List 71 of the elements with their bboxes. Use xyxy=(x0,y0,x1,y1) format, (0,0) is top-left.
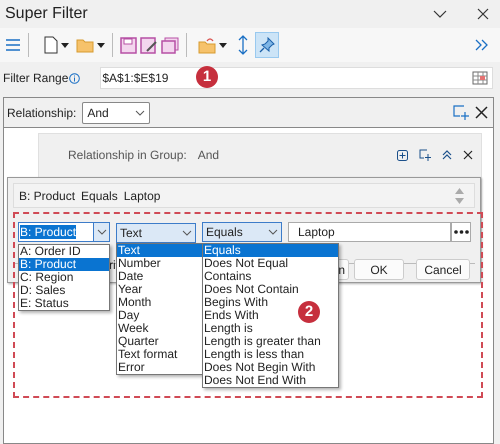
menu-icon[interactable] xyxy=(5,39,21,51)
window-title: Super Filter xyxy=(5,4,89,24)
dropdown-option[interactable]: A: Order ID xyxy=(19,245,82,258)
dropdown-option[interactable]: Begins With xyxy=(203,296,270,309)
save-edit-icon[interactable] xyxy=(140,36,158,54)
caret-icon xyxy=(61,42,69,48)
dropdown-option[interactable]: Number xyxy=(117,257,162,270)
document-icon[interactable] xyxy=(44,36,58,54)
group-relationship-label: Relationship in Group: xyxy=(68,147,187,164)
dropdown-option[interactable]: Day xyxy=(117,309,140,322)
dropdown-option[interactable]: Week xyxy=(117,322,150,335)
dropdown-option[interactable]: Equals xyxy=(203,244,338,257)
dropdown-option[interactable]: Quarter xyxy=(117,335,160,348)
summary-text: Laptop xyxy=(124,188,160,204)
ok-button[interactable]: OK xyxy=(354,259,404,280)
chevron-down-icon xyxy=(135,110,146,116)
pin-button[interactable] xyxy=(255,32,279,58)
more-button[interactable] xyxy=(451,222,471,242)
dropdown-option[interactable]: Does Not Begin With xyxy=(203,361,316,374)
operator-combo[interactable]: Equals xyxy=(202,222,282,242)
dropdown-option[interactable]: E: Status xyxy=(19,297,70,310)
up-down-arrow-icon[interactable] xyxy=(238,35,248,55)
type-combo[interactable]: Text xyxy=(116,223,196,243)
close-icon[interactable] xyxy=(463,150,473,160)
dropdown-option[interactable]: Contains xyxy=(203,270,252,283)
dropdown-button[interactable] xyxy=(93,223,109,241)
close-icon[interactable] xyxy=(477,8,489,20)
dropdown-option[interactable]: B: Product xyxy=(19,258,109,271)
relationship-label: Relationship: xyxy=(7,104,76,122)
add-condition-icon[interactable] xyxy=(419,149,431,161)
collapse-icon[interactable] xyxy=(442,150,452,160)
caret-icon xyxy=(219,42,227,48)
plus-square-icon[interactable] xyxy=(397,150,408,160)
save-icon[interactable] xyxy=(120,36,137,54)
chevron-down-icon xyxy=(268,229,278,235)
save-all-icon[interactable] xyxy=(161,36,179,54)
relationship-select[interactable]: And xyxy=(82,102,150,124)
dropdown-option[interactable]: Length is less than xyxy=(203,348,306,361)
dropdown-option[interactable]: Year xyxy=(117,283,144,296)
close-icon[interactable] xyxy=(475,106,488,119)
chevron-down-icon xyxy=(182,230,192,236)
dropdown-option[interactable]: Length is greater than xyxy=(203,335,322,348)
dropdown-option[interactable]: Does Not Contain xyxy=(203,283,300,296)
chevrons-right-icon[interactable] xyxy=(475,39,489,51)
dropdown-option[interactable]: Text xyxy=(117,244,203,257)
dropdown-option[interactable]: Does Not Equal xyxy=(203,257,290,270)
dropdown-option[interactable]: Date xyxy=(117,270,144,283)
covered-text: ri xyxy=(109,257,116,274)
chevron-down-icon[interactable] xyxy=(433,10,447,18)
dropdown-option[interactable]: Month xyxy=(117,296,152,309)
summary-text: B: Product xyxy=(19,188,76,204)
dropdown-option[interactable]: Text format xyxy=(117,348,178,361)
dropdown-option[interactable]: Ends With xyxy=(203,309,260,322)
dropdown-option[interactable]: Does Not End With xyxy=(203,374,308,387)
dots-icon xyxy=(454,230,468,234)
dropdown-option[interactable]: C: Region xyxy=(19,271,74,284)
value-field[interactable]: Laptop xyxy=(288,222,451,242)
dropdown-option[interactable]: Error xyxy=(117,361,146,374)
dropdown-option[interactable]: Length is xyxy=(203,322,254,335)
folder-arrow-icon[interactable] xyxy=(198,36,216,54)
filter-range-label: Filter Range xyxy=(3,70,68,87)
summary-text: Equals xyxy=(81,188,118,204)
pin-icon xyxy=(259,37,275,53)
cancel-button[interactable]: Cancel xyxy=(416,259,470,280)
group-relationship-value: And xyxy=(198,147,220,164)
chevron-down-icon xyxy=(96,229,106,235)
table-select-icon[interactable] xyxy=(472,71,488,85)
caret-icon xyxy=(97,42,105,48)
add-group-icon[interactable] xyxy=(453,105,469,120)
info-icon[interactable] xyxy=(69,72,80,84)
dropdown-option[interactable]: D: Sales xyxy=(19,284,66,297)
